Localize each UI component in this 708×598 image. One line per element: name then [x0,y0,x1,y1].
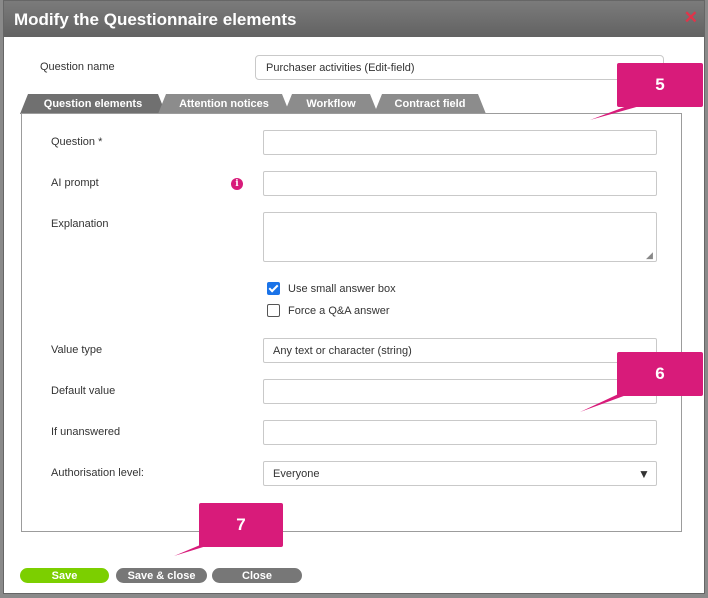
save-close-button[interactable]: Save & close [116,568,207,583]
callout-7: 7 [199,503,283,547]
callout-5: 5 [617,63,703,107]
close-button[interactable]: Close [212,568,302,583]
callout-pointers [174,106,640,556]
callout-5-pointer [590,106,640,120]
callout-6: 6 [617,352,703,396]
save-button[interactable]: Save [20,568,109,583]
